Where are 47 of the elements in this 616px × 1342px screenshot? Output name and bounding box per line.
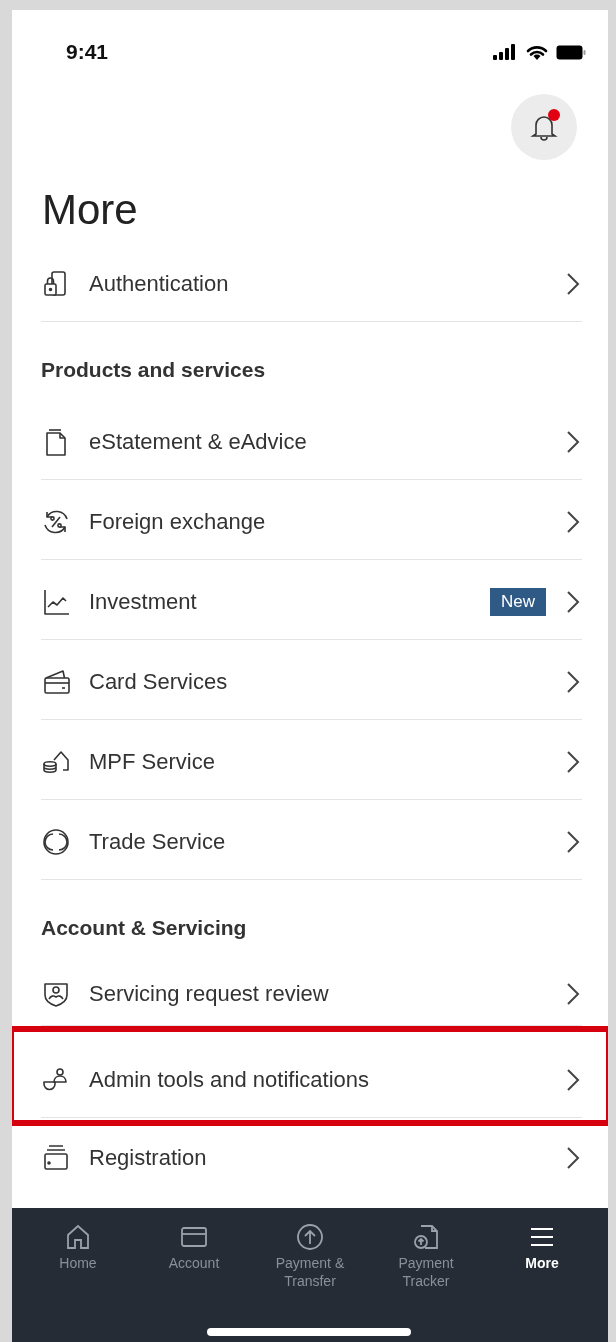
- menu-item[interactable]: Trade Service: [41, 800, 582, 880]
- menu-item-label: MPF Service: [89, 748, 216, 775]
- menu-item-label: Authentication: [89, 270, 230, 297]
- document-upload-icon: [411, 1222, 441, 1252]
- status-time: 9:41: [66, 40, 109, 64]
- menu-item-label: Admin tools and notifications: [89, 1066, 371, 1093]
- chevron-right-icon: [566, 669, 580, 694]
- tab[interactable]: More: [484, 1222, 600, 1290]
- menu-item[interactable]: Card Services: [41, 640, 582, 720]
- menu-item[interactable]: Investment New: [41, 560, 582, 640]
- tab[interactable]: Payment Tracker: [368, 1222, 484, 1290]
- chevron-right-icon: [566, 1067, 580, 1092]
- menu-item[interactable]: eStatement & eAdvice: [41, 400, 582, 480]
- menu-item-label: Investment: [89, 588, 198, 615]
- menu-item-label: eStatement & eAdvice: [89, 428, 308, 455]
- menu-item[interactable]: Authentication: [41, 242, 582, 322]
- chevron-right-icon: [566, 271, 580, 296]
- circular-arrows-icon: [41, 826, 71, 857]
- section-heading: Products and services: [40, 357, 267, 383]
- tab[interactable]: Payment & Transfer: [252, 1222, 368, 1290]
- chevron-right-icon: [566, 509, 580, 534]
- chevron-right-icon: [566, 1145, 580, 1170]
- new-badge: New: [490, 587, 546, 616]
- menu-item[interactable]: Foreign exchange: [41, 480, 582, 560]
- menu-item-label: Card Services: [89, 668, 229, 695]
- menu-item[interactable]: Servicing request review: [41, 958, 582, 1026]
- section-heading: Account & Servicing: [40, 915, 248, 941]
- signal-icon: [492, 44, 518, 60]
- menu-item-label: Servicing request review: [89, 980, 330, 1007]
- chevron-right-icon: [566, 749, 580, 774]
- upload-icon: [295, 1222, 325, 1252]
- page-title: More: [41, 185, 139, 235]
- chevron-right-icon: [566, 981, 580, 1006]
- chevron-right-icon: [566, 829, 580, 854]
- menu-item-label: Foreign exchange: [89, 508, 267, 535]
- card-stack-icon: [41, 1142, 71, 1173]
- battery-icon: [556, 44, 586, 60]
- wifi-icon: [525, 43, 549, 61]
- tab[interactable]: Home: [20, 1222, 136, 1290]
- menu-item-label: Trade Service: [89, 828, 227, 855]
- menu-item[interactable]: Admin tools and notifications: [41, 1038, 582, 1118]
- chevron-right-icon: [566, 589, 580, 614]
- menu-item[interactable]: MPF Service: [41, 720, 582, 800]
- tab[interactable]: Account: [136, 1222, 252, 1290]
- menu-item[interactable]: Registration: [41, 1126, 582, 1198]
- menu-item-label: Registration: [89, 1144, 208, 1171]
- chevron-right-icon: [566, 429, 580, 454]
